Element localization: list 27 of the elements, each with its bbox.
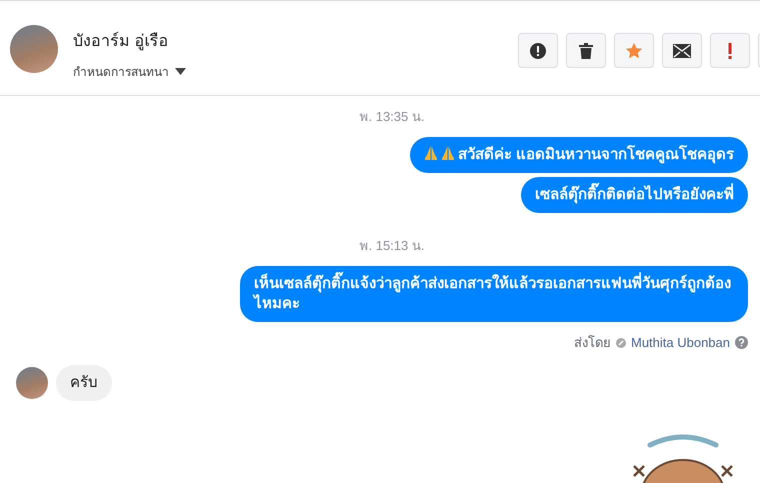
alert-icon [529,42,547,60]
praying-hands-icon [424,145,438,161]
mail-button[interactable] [662,33,702,68]
important-button[interactable] [710,33,750,68]
sender-link[interactable]: Muthita Ubonban [630,335,730,350]
avatar-photo [16,367,48,399]
delete-button[interactable] [566,33,606,68]
sent-by-label: ส่งโดย [574,334,611,352]
message-bubble: ครับ [56,365,112,401]
conversation-menu[interactable]: กำหนดการสนทนา [73,62,186,81]
avatar-photo [10,25,58,73]
help-icon[interactable] [735,336,748,349]
trash-icon [579,42,593,58]
mail-icon [673,44,691,58]
message-bubble: เซลล์ตุ๊กติ๊กติดต่อไปหรือยังคะพี่ [521,177,748,213]
alert-button[interactable] [518,33,558,68]
message-bubble: เห็นเซลล์ตุ๊กติ๊กแจ้งว่าลูกค้าส่งเอกสารให้แล้วรอเอกสารแฟนพี่วันศุกร์ถูกต้องไหมคะ [240,266,748,322]
exclamation-icon [728,42,732,58]
praying-hands-icon [440,145,455,161]
timestamp: พ. 15:13 น. [360,237,424,255]
caret-icon [175,68,186,75]
timestamp: พ. 13:35 น. [360,108,424,126]
star-button[interactable] [614,33,654,68]
message-bubble: สวัสดีค่ะ แอดมินหวานจากโชคคูณโชคอุดร [410,137,748,173]
verified-icon [616,338,626,348]
contact-name: บังอาร์ม อู่เรือ [73,30,170,52]
star-icon [625,42,643,60]
